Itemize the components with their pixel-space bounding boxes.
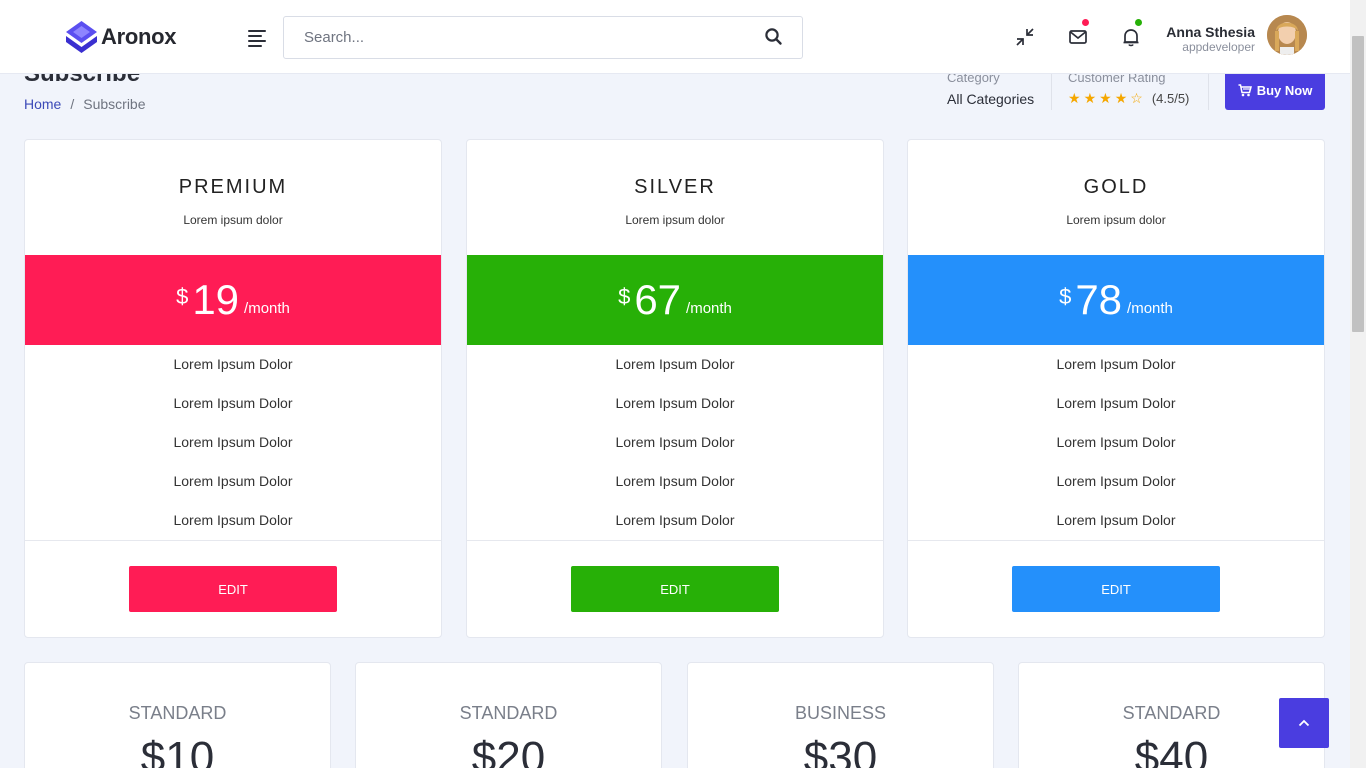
price-band: $ 19 /month [25, 255, 441, 345]
rating-value: (4.5/5) [1151, 90, 1190, 106]
mini-plan-name: STANDARD [459, 703, 558, 723]
price-amount: 67 [634, 276, 682, 323]
breadcrumb-current: Subscribe [83, 96, 146, 112]
buy-now-label: Buy Now [1256, 82, 1313, 98]
brand-name: Aronox [101, 24, 177, 49]
breadcrumb-separator: / [70, 96, 75, 112]
price-period: /month [244, 300, 290, 317]
chevron-up-icon [1298, 719, 1310, 727]
list-item: Lorem Ipsum Dolor [615, 512, 735, 528]
user-role: appdeveloper [1182, 40, 1255, 54]
buy-now-button[interactable]: Buy Now [1225, 70, 1325, 110]
mini-plan-price: $10 [140, 733, 215, 768]
minimize-icon[interactable] [1014, 26, 1036, 48]
list-item: Lorem Ipsum Dolor [615, 356, 735, 372]
divider [25, 540, 441, 541]
divider [1208, 74, 1209, 110]
notification-badge-dot [1135, 19, 1142, 26]
breadcrumb-home-link[interactable]: Home [24, 96, 61, 112]
edit-button[interactable]: EDIT [571, 566, 779, 612]
plan-name: PREMIUM [178, 176, 288, 198]
list-item: Lorem Ipsum Dolor [615, 434, 735, 450]
pricing-card-silver: SILVER Lorem ipsum dolor $ 67 /month Lor… [466, 139, 884, 638]
price-currency: $ [1059, 284, 1072, 309]
menu-icon[interactable] [248, 30, 266, 47]
list-item: Lorem Ipsum Dolor [1056, 434, 1176, 450]
price-band: $ 78 /month [908, 255, 1324, 345]
plan-name: SILVER [634, 176, 716, 198]
edit-button[interactable]: EDIT [1012, 566, 1220, 612]
pricing-card-premium: PREMIUM Lorem ipsum dolor $ 19 /month Lo… [24, 139, 442, 638]
price-period: /month [1127, 300, 1173, 317]
mini-plan-card: STANDARD $20 [355, 662, 662, 768]
search-icon[interactable] [764, 27, 784, 47]
divider [1051, 74, 1052, 110]
top-navbar: Aronox Anna Sthesia appdeveloper [0, 0, 1350, 74]
feature-list: Lorem Ipsum Dolor Lorem Ipsum Dolor Lore… [25, 355, 441, 550]
plan-subtitle: Lorem ipsum dolor [183, 213, 283, 227]
back-to-top-button[interactable] [1279, 698, 1329, 748]
plan-name: GOLD [1083, 176, 1149, 198]
list-item: Lorem Ipsum Dolor [173, 356, 293, 372]
pricing-card-gold: GOLD Lorem ipsum dolor $ 78 /month Lorem… [907, 139, 1325, 638]
divider [467, 540, 883, 541]
star-full-icon: ★ [1083, 90, 1097, 106]
mail-badge-dot [1082, 19, 1089, 26]
list-item: Lorem Ipsum Dolor [1056, 395, 1176, 411]
mini-plan-price: $30 [803, 733, 878, 768]
brand-logo[interactable]: Aronox [66, 21, 177, 53]
price-band: $ 67 /month [467, 255, 883, 345]
list-item: Lorem Ipsum Dolor [615, 473, 735, 489]
list-item: Lorem Ipsum Dolor [1056, 356, 1176, 372]
plan-subtitle: Lorem ipsum dolor [1066, 213, 1166, 227]
search-box [283, 16, 803, 59]
mail-icon[interactable] [1067, 26, 1089, 48]
list-item: Lorem Ipsum Dolor [173, 434, 293, 450]
page-scrollbar[interactable] [1350, 0, 1366, 768]
edit-button[interactable]: EDIT [129, 566, 337, 612]
price-amount: 19 [192, 276, 240, 323]
mini-plan-name: BUSINESS [794, 703, 887, 723]
mini-plan-name: STANDARD [128, 703, 227, 723]
price-period: /month [686, 300, 732, 317]
plan-subtitle: Lorem ipsum dolor [625, 213, 725, 227]
customer-rating: ★ ★ ★ ★ ☆ (4.5/5) [1068, 90, 1189, 106]
avatar-image [1267, 15, 1307, 55]
feature-list: Lorem Ipsum Dolor Lorem Ipsum Dolor Lore… [908, 355, 1324, 550]
price-currency: $ [176, 284, 189, 309]
price-currency: $ [618, 284, 631, 309]
star-empty-icon: ☆ [1130, 90, 1143, 106]
star-full-icon: ★ [1099, 90, 1112, 106]
list-item: Lorem Ipsum Dolor [1056, 512, 1176, 528]
mini-plan-price: $20 [471, 733, 546, 768]
category-selector[interactable]: All Categories [947, 91, 1034, 107]
list-item: Lorem Ipsum Dolor [615, 395, 735, 411]
feature-list: Lorem Ipsum Dolor Lorem Ipsum Dolor Lore… [467, 355, 883, 550]
cart-icon [1238, 83, 1252, 96]
price-amount: 78 [1075, 276, 1123, 323]
list-item: Lorem Ipsum Dolor [173, 512, 293, 528]
divider [908, 540, 1324, 541]
breadcrumb: Home / Subscribe [24, 96, 146, 112]
mini-plan-card: BUSINESS $30 [687, 662, 994, 768]
list-item: Lorem Ipsum Dolor [1056, 473, 1176, 489]
avatar[interactable] [1267, 15, 1307, 55]
star-full-icon: ★ [1114, 90, 1128, 106]
list-item: Lorem Ipsum Dolor [173, 473, 293, 489]
scrollbar-thumb[interactable] [1352, 36, 1364, 332]
search-input[interactable] [284, 17, 724, 58]
list-item: Lorem Ipsum Dolor [173, 395, 293, 411]
user-name[interactable]: Anna Sthesia [1160, 24, 1255, 40]
logo-icon [66, 21, 97, 53]
mini-plan-card: STANDARD $10 [24, 662, 331, 768]
bell-icon[interactable] [1120, 26, 1142, 48]
star-full-icon: ★ [1068, 90, 1081, 106]
